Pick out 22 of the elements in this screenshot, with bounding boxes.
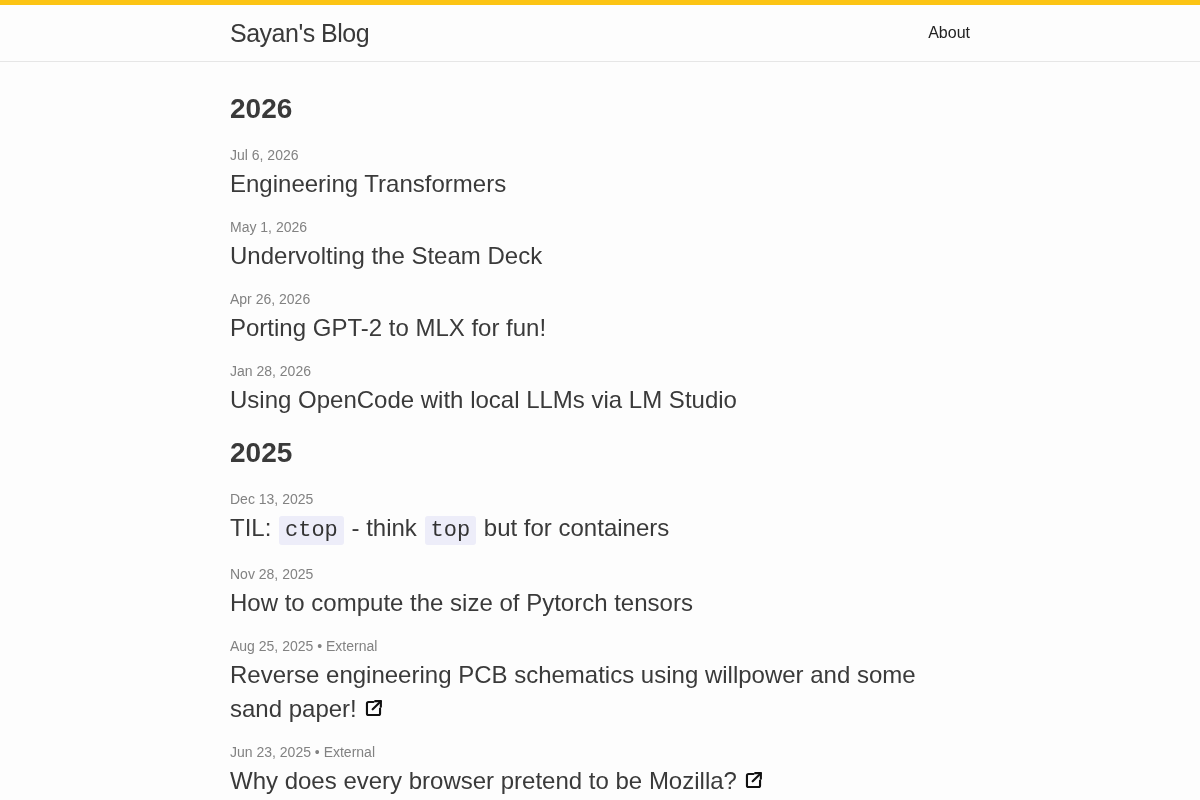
site-title-link[interactable]: Sayan's Blog <box>230 17 370 49</box>
post-date: May 1, 2026 <box>230 218 309 237</box>
post-title-link[interactable]: Porting GPT-2 to MLX for fun! <box>230 311 930 345</box>
year-heading: 2026 <box>230 92 294 126</box>
post-date: Jan 28, 2026 <box>230 362 312 381</box>
post-date: Apr 26, 2026 <box>230 290 312 309</box>
post-date: Aug 25, 2025 • External <box>230 637 379 656</box>
post-title-link[interactable]: TIL: ctop - think top but for containers <box>230 511 930 548</box>
post-title-link[interactable]: Engineering Transformers <box>230 167 930 201</box>
post-date: Nov 28, 2025 <box>230 565 315 584</box>
post-title-link[interactable]: Undervolting the Steam Deck <box>230 239 930 273</box>
year-heading: 2025 <box>230 436 294 470</box>
post-date: Dec 13, 2025 <box>230 490 315 509</box>
post-title-link[interactable]: How to compute the size of Pytorch tensors <box>230 586 930 620</box>
post-title-link[interactable]: Reverse engineering PCB schematics using willpower and some sand paper! <box>230 658 930 726</box>
nav-link[interactable]: About <box>928 22 970 44</box>
post-title-link[interactable]: Using OpenCode with local LLMs via LM Studio <box>230 383 930 417</box>
post-date: Jun 23, 2025 • External <box>230 743 376 762</box>
post-title-link[interactable]: Why does every browser pretend to be Mozilla? <box>230 764 930 798</box>
post-date: Jul 6, 2026 <box>230 146 300 165</box>
code-snippet: ctop <box>279 516 344 545</box>
code-snippet: top <box>424 516 477 545</box>
